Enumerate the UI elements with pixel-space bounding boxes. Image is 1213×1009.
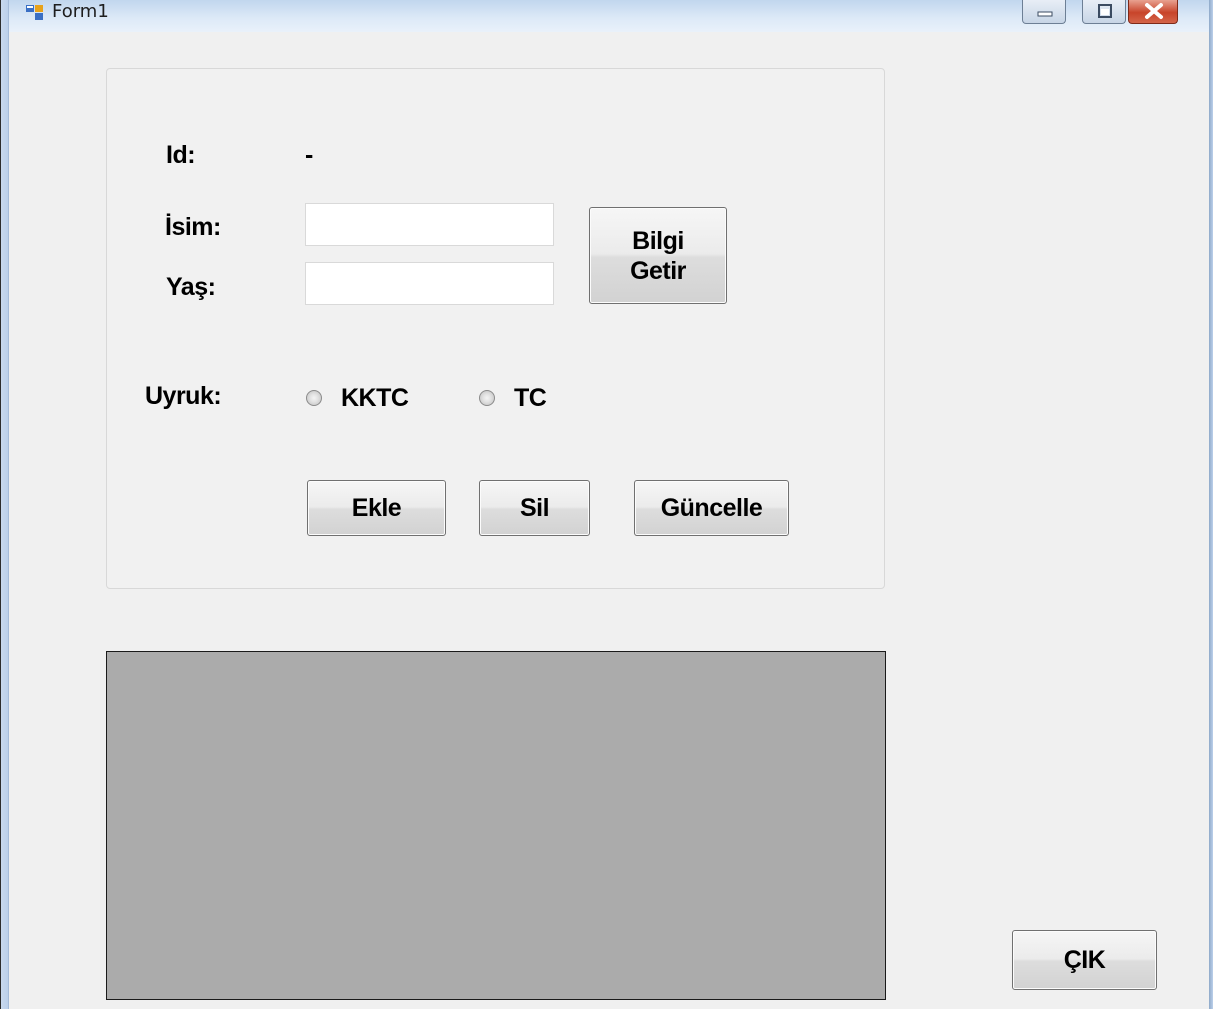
close-icon <box>1145 3 1163 19</box>
fetch-info-button-line1: Bilgi <box>632 226 684 255</box>
window-right-border <box>1209 0 1213 1009</box>
fetch-info-button[interactable]: Bilgi Getir <box>589 207 727 304</box>
restore-icon <box>1098 4 1112 18</box>
minimize-icon <box>1037 11 1053 17</box>
form-app-icon <box>26 5 43 20</box>
add-button[interactable]: Ekle <box>307 480 446 536</box>
update-button[interactable]: Güncelle <box>634 480 789 536</box>
delete-button[interactable]: Sil <box>479 480 590 536</box>
radio-kktc-label[interactable]: KKTC <box>341 383 409 413</box>
title-bar[interactable]: Form1 <box>0 0 1213 32</box>
minimize-button[interactable] <box>1022 0 1066 24</box>
id-label: Id: <box>166 141 196 169</box>
window-left-border <box>0 0 9 1009</box>
data-grid-view[interactable] <box>106 651 886 1000</box>
window-title: Form1 <box>52 1 109 22</box>
radio-tc[interactable] <box>479 390 495 406</box>
name-label: İsim: <box>165 213 221 241</box>
main-window: Form1 Id: - İsim: Yaş: Bilgi Getir Uyruk… <box>0 0 1213 1009</box>
radio-kktc[interactable] <box>306 390 322 406</box>
name-input[interactable] <box>305 203 554 246</box>
id-value: - <box>305 141 313 169</box>
close-window-button[interactable] <box>1128 0 1178 24</box>
maximize-button[interactable] <box>1082 0 1126 24</box>
fetch-info-button-line2: Getir <box>630 256 686 285</box>
age-input[interactable] <box>305 262 554 305</box>
nationality-label: Uyruk: <box>145 382 222 410</box>
exit-button[interactable]: ÇIK <box>1012 930 1157 990</box>
radio-tc-label[interactable]: TC <box>514 383 547 413</box>
age-label: Yaş: <box>166 273 216 301</box>
